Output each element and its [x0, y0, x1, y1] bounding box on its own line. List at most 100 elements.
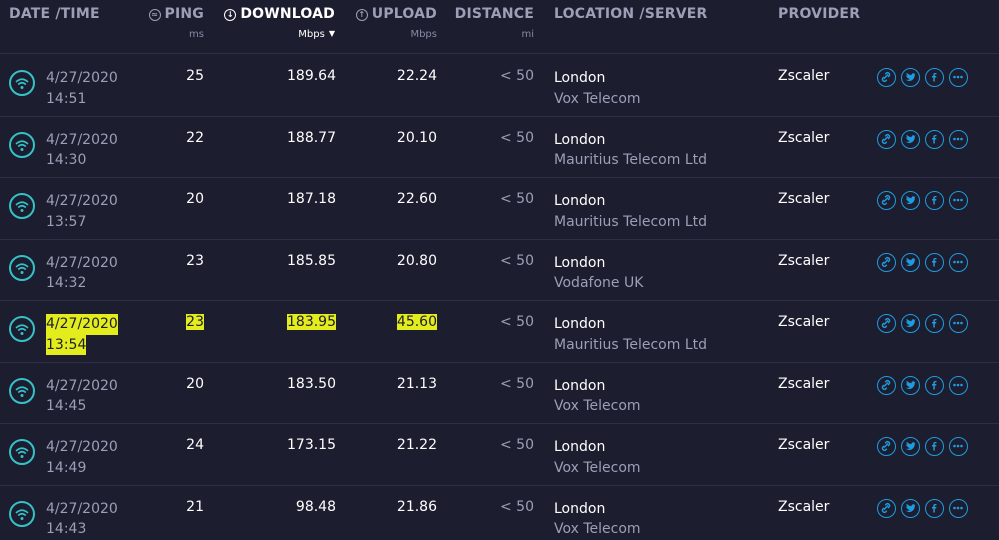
facebook-icon[interactable]: [925, 437, 944, 456]
link-icon[interactable]: [877, 252, 896, 272]
location-header[interactable]: LOCATION /SERVER: [554, 6, 708, 22]
result-time: 14:49: [46, 459, 87, 476]
upload-unit: Mbps: [410, 29, 437, 40]
more-icon[interactable]: [949, 252, 968, 272]
result-row[interactable]: 4/27/2020 14:45 20 183.50 21.13 < 50 London Vox…: [0, 363, 999, 424]
result-download: 185.85: [287, 252, 336, 269]
wifi-arcs: [15, 324, 29, 335]
facebook-icon[interactable]: [925, 129, 944, 149]
result-time: 14:43: [46, 521, 87, 537]
result-distance: < 50: [500, 68, 534, 84]
more-icon[interactable]: [949, 129, 968, 149]
twitter-icon[interactable]: [901, 252, 920, 272]
more-icon[interactable]: [949, 191, 968, 210]
wifi-icon: [9, 377, 35, 404]
result-date: 4/27/2020: [46, 70, 118, 86]
link-icon[interactable]: [877, 129, 896, 149]
twitter-icon[interactable]: [901, 191, 920, 210]
results-table-header: DATE /TIME ≈ PING ms ↓ DOWNLOAD Mbps ▼ ↑ UPL…: [0, 0, 999, 54]
download-arrow-icon: ↓: [224, 9, 237, 21]
facebook-icon[interactable]: [925, 252, 944, 272]
link-icon[interactable]: [877, 68, 896, 87]
link-icon[interactable]: [877, 191, 896, 210]
link-icon[interactable]: [877, 498, 896, 518]
result-datetime: 4/27/2020 14:43: [46, 499, 118, 540]
result-date: 4/27/2020: [46, 314, 118, 335]
distance-header[interactable]: DISTANCE: [455, 6, 534, 22]
result-location: London Vox Telecom: [554, 499, 641, 540]
result-row[interactable]: 4/27/2020 14:43 21 98.48 21.86 < 50 London Vox …: [0, 486, 999, 540]
more-icon[interactable]: [949, 437, 968, 456]
result-datetime: 4/27/2020 13:54: [46, 314, 118, 355]
result-distance: < 50: [500, 314, 534, 330]
result-row[interactable]: 4/27/2020 14:32 23 185.85 20.80 < 50 London Vod…: [0, 240, 999, 301]
result-datetime: 4/27/2020 14:49: [46, 437, 118, 478]
result-city: London: [554, 70, 606, 86]
facebook-icon[interactable]: [925, 68, 944, 87]
facebook-icon[interactable]: [925, 191, 944, 210]
wifi-arcs: [15, 508, 29, 520]
result-provider: Zscaler: [778, 375, 830, 392]
twitter-icon[interactable]: [901, 498, 920, 518]
result-location: London Mauritius Telecom Ltd: [554, 130, 707, 171]
datetime-header[interactable]: DATE /TIME: [9, 6, 100, 22]
facebook-icon[interactable]: [925, 314, 944, 333]
result-row[interactable]: 4/27/2020 14:51 25 189.64 22.24 < 50 London Vox…: [0, 55, 999, 117]
wifi-icon: [9, 193, 35, 219]
result-provider: Zscaler: [778, 191, 830, 207]
provider-header[interactable]: PROVIDER: [778, 6, 860, 22]
result-city: London: [554, 254, 606, 271]
result-upload: 22.24: [396, 68, 437, 84]
result-location: London Mauritius Telecom Ltd: [554, 191, 707, 232]
result-provider: Zscaler: [778, 437, 830, 453]
result-download: 189.64: [287, 68, 336, 84]
result-row[interactable]: 4/27/2020 13:57 20 187.18 22.60 < 50 London Mau…: [0, 178, 999, 240]
result-date: 4/27/2020: [46, 500, 118, 517]
result-download: 188.77: [287, 129, 336, 146]
twitter-icon[interactable]: [901, 314, 920, 333]
more-icon[interactable]: [949, 375, 968, 395]
twitter-icon[interactable]: [901, 375, 920, 395]
twitter-icon[interactable]: [901, 437, 920, 456]
result-download: 183.50: [287, 375, 336, 392]
result-provider: Zscaler: [778, 68, 830, 84]
result-row[interactable]: 4/27/2020 14:49 24 173.15 21.22 < 50 London Vox…: [0, 424, 999, 486]
result-time: 14:32: [46, 275, 87, 291]
twitter-icon[interactable]: [901, 68, 920, 87]
result-date: 4/27/2020: [46, 377, 118, 394]
result-row[interactable]: 4/27/2020 14:30 22 188.77 20.10 < 50 London Mau…: [0, 117, 999, 178]
result-upload: 21.86: [396, 498, 437, 515]
result-city: London: [554, 316, 606, 332]
upload-header[interactable]: ↑ UPLOAD: [355, 6, 437, 22]
more-icon[interactable]: [949, 314, 968, 333]
result-time: 14:30: [46, 152, 87, 168]
facebook-icon[interactable]: [925, 498, 944, 518]
download-header[interactable]: ↓ DOWNLOAD: [224, 6, 335, 22]
more-icon[interactable]: [949, 68, 968, 87]
facebook-icon[interactable]: [925, 375, 944, 395]
download-unit: Mbps ▼: [298, 29, 335, 40]
result-city: London: [554, 500, 606, 517]
wifi-icon: [9, 439, 35, 465]
result-time: 14:45: [46, 398, 87, 414]
result-distance: < 50: [500, 375, 534, 392]
result-row[interactable]: 4/27/2020 13:54 23 183.95 45.60 < 50 London Mau…: [0, 301, 999, 363]
ping-header[interactable]: ≈ PING: [148, 6, 204, 22]
wifi-icon: [9, 70, 35, 96]
result-location: London Vox Telecom: [554, 376, 641, 417]
result-location: London Mauritius Telecom Ltd: [554, 314, 707, 355]
result-server: Mauritius Telecom Ltd: [554, 336, 707, 353]
result-upload: 21.22: [396, 437, 437, 453]
result-datetime: 4/27/2020 14:51: [46, 68, 118, 109]
result-ping: 25: [186, 68, 204, 84]
twitter-icon[interactable]: [901, 129, 920, 149]
link-icon[interactable]: [877, 375, 896, 395]
result-location: London Vox Telecom: [554, 437, 641, 478]
link-icon[interactable]: [877, 314, 896, 333]
result-city: London: [554, 193, 606, 209]
result-datetime: 4/27/2020 14:32: [46, 253, 118, 294]
result-server: Vox Telecom: [554, 459, 641, 476]
link-icon[interactable]: [877, 437, 896, 456]
wifi-icon: [9, 316, 35, 342]
more-icon[interactable]: [949, 498, 968, 518]
